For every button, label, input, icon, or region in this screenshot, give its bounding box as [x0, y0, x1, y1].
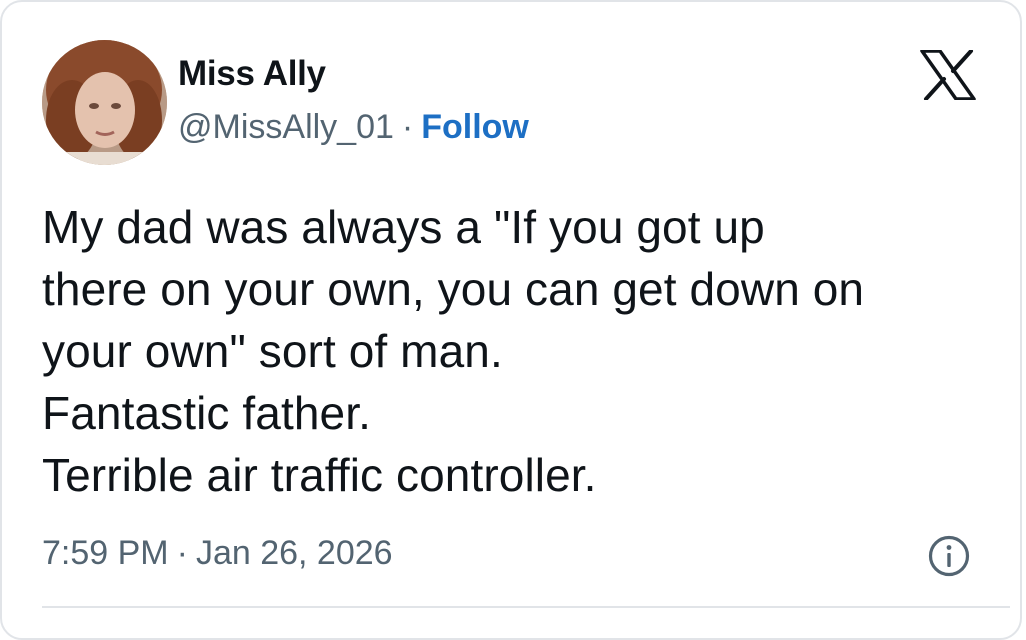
handle-separator: ·	[401, 108, 414, 146]
tweet-date: Jan 26, 2026	[195, 534, 393, 572]
tweet-line: Fantastic father.	[42, 387, 371, 439]
follow-button[interactable]: Follow	[421, 108, 529, 146]
x-logo-icon[interactable]	[920, 50, 976, 100]
info-icon[interactable]	[927, 534, 971, 578]
timestamp-separator: ·	[176, 534, 188, 572]
tweet-line: your own" sort of man.	[42, 325, 503, 377]
handle-row: @MissAlly_01 · Follow	[178, 108, 529, 147]
tweet-line: there on your own, you can get down on	[42, 263, 865, 315]
tweet-line: My dad was always a "If you got up	[42, 201, 765, 253]
user-handle[interactable]: @MissAlly_01	[178, 108, 394, 146]
divider	[42, 606, 1010, 608]
tweet-timestamp[interactable]: 7:59 PM · Jan 26, 2026	[42, 534, 393, 573]
tweet-card: Miss Ally @MissAlly_01 · Follow My dad was…	[0, 0, 1022, 640]
tweet-text: My dad was always a "If you got up there…	[42, 196, 1002, 506]
tweet-line: Terrible air traffic controller.	[42, 449, 597, 501]
avatar-image	[42, 40, 167, 165]
avatar[interactable]	[42, 40, 167, 165]
display-name[interactable]: Miss Ally	[178, 54, 326, 94]
tweet-time: 7:59 PM	[42, 534, 169, 572]
